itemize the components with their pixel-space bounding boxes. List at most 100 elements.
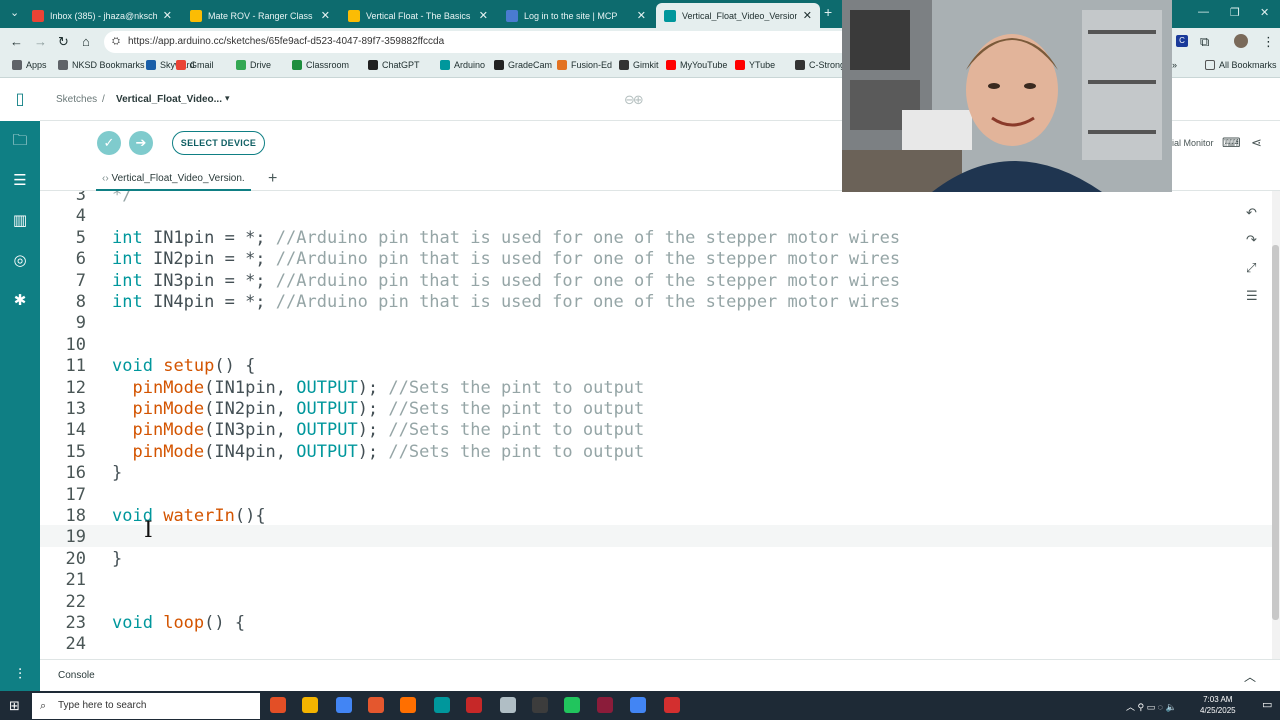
reload-icon[interactable]: ↻ [58, 34, 69, 50]
format-code-icon[interactable]: ☰ [1246, 288, 1258, 304]
taskbar-app-icon[interactable] [302, 697, 318, 713]
restore-icon[interactable]: ❐ [1230, 6, 1240, 19]
menu-icon[interactable]: ⋮ [1262, 34, 1275, 50]
system-tray-icons[interactable]: ︿ ⚲ ▭ ◌ 🔈 [1126, 700, 1177, 713]
back-icon[interactable]: ← [10, 34, 23, 49]
taskbar-app-icon[interactable] [500, 697, 516, 713]
forward-icon[interactable]: → [34, 34, 47, 49]
taskbar-clock[interactable]: 7:03 AM 4/25/2025 [1200, 694, 1236, 716]
code-editor[interactable]: 3 */ 4 5 int IN1pin = *; //Arduino pin that … [40, 191, 1272, 659]
taskbar-app-icon[interactable] [336, 697, 352, 713]
code-line[interactable]: void waterIn(){ [112, 506, 266, 526]
taskbar-search-input[interactable]: ⌕ Type here to search [32, 693, 260, 719]
checkmark-icon: ✓ [103, 135, 115, 150]
browser-tab-1[interactable]: Inbox (385) - jhaza@nkschools...✕ [24, 3, 180, 28]
libraries-icon[interactable]: ▥ [10, 211, 30, 231]
notifications-icon[interactable]: ▭ [1262, 698, 1272, 711]
browser-tab-3[interactable]: Vertical Float - The Basics - Go...✕ [340, 3, 496, 28]
taskbar-app-icon[interactable] [368, 697, 384, 713]
more-bookmarks-icon[interactable]: » [1172, 60, 1177, 70]
console-expand-chevron-icon[interactable]: ︿ [1244, 668, 1256, 685]
line-number: 23 [65, 613, 86, 633]
code-line[interactable]: int IN3pin = *; //Arduino pin that is us… [112, 271, 900, 291]
code-line[interactable]: */ [112, 191, 132, 205]
bookmark-chatgpt[interactable]: ChatGPT [368, 60, 420, 70]
new-tab-button[interactable]: + [824, 4, 832, 20]
code-line[interactable]: } [112, 549, 122, 569]
bookmark-gradecam[interactable]: GradeCam [494, 60, 552, 70]
bookmark-gmail[interactable]: Gmail [176, 60, 214, 70]
windows-start-icon[interactable]: ⊞ [9, 698, 20, 714]
verify-button[interactable]: ✓ [97, 131, 121, 155]
bookmark-nksd-bookmarks[interactable]: NKSD Bookmarks [58, 60, 145, 70]
breadcrumb-sketches[interactable]: Sketches [56, 94, 97, 105]
redo-icon[interactable]: ↷ [1246, 232, 1257, 248]
bookmark-ytube[interactable]: YTube [735, 60, 775, 70]
editor-scrollbar-thumb[interactable] [1272, 245, 1279, 620]
code-line[interactable]: int IN1pin = *; //Arduino pin that is us… [112, 228, 900, 248]
code-line[interactable]: void setup() { [112, 356, 255, 376]
taskbar-app-icon[interactable] [597, 697, 613, 713]
code-line[interactable]: pinMode(IN4pin, OUTPUT); //Sets the pint… [112, 442, 644, 462]
webcam-overlay [842, 0, 1172, 192]
file-tab-main[interactable]: ‹› Vertical_Float_Video_Version. [96, 168, 251, 191]
taskbar-app-icon[interactable] [466, 697, 482, 713]
home-icon[interactable]: ⌂ [82, 34, 90, 49]
tab-close-icon[interactable]: ✕ [157, 9, 172, 22]
code-line[interactable]: pinMode(IN1pin, OUTPUT); //Sets the pint… [112, 378, 644, 398]
sketch-menu-chevron-icon[interactable]: ▾ [225, 93, 230, 104]
serial-monitor-icon[interactable]: ⌨ [1222, 135, 1241, 151]
close-window-icon[interactable]: ✕ [1260, 6, 1269, 19]
taskbar-app-icon[interactable] [532, 697, 548, 713]
settings-icon[interactable]: ✱ [10, 291, 30, 311]
bookmark-apps[interactable]: Apps [12, 60, 47, 70]
examples-list-icon[interactable]: ☰ [10, 171, 30, 191]
bookmark-classroom[interactable]: Classroom [292, 60, 349, 70]
extension-c-icon[interactable]: C [1176, 35, 1188, 47]
bookmark-fusion-ed[interactable]: Fusion-Ed [557, 60, 612, 70]
bookmark-arduino[interactable]: Arduino [440, 60, 485, 70]
url-text: https://app.arduino.cc/sketches/65fe9acf… [128, 36, 445, 47]
share-icon[interactable]: ⋖ [1251, 135, 1262, 151]
sketch-name[interactable]: Vertical_Float_Video... [116, 94, 222, 105]
all-bookmarks[interactable]: All Bookmarks [1205, 60, 1277, 70]
upload-button[interactable]: ➔ [129, 131, 153, 155]
board-status-icon[interactable]: ⫶ [10, 665, 30, 685]
fullscreen-icon[interactable]: ⤢ [1246, 260, 1256, 276]
profile-avatar[interactable] [1234, 34, 1248, 48]
tab-close-icon[interactable]: ✕ [473, 9, 488, 22]
select-device-button[interactable]: SELECT DEVICE [172, 131, 265, 155]
tab-close-icon[interactable]: ✕ [315, 9, 330, 22]
code-line[interactable]: } [112, 463, 122, 483]
minimize-icon[interactable]: — [1198, 6, 1209, 18]
browser-tab-4[interactable]: Log in to the site | MCP ✕ [498, 3, 654, 28]
tab-search-icon[interactable]: ⌄ [10, 6, 19, 19]
code-line[interactable]: int IN4pin = *; //Arduino pin that is us… [112, 292, 900, 312]
code-line[interactable]: pinMode(IN3pin, OUTPUT); //Sets the pint… [112, 420, 644, 440]
extensions-icon[interactable]: ⧉ [1200, 34, 1209, 50]
code-line[interactable]: void loop() { [112, 613, 245, 633]
taskbar-app-icon[interactable] [434, 697, 450, 713]
reference-compass-icon[interactable]: ◎ [10, 251, 30, 271]
browser-tab-5[interactable]: Vertical_Float_Video_Version_...✕ [656, 3, 820, 28]
site-info-icon[interactable]: ⛭ [112, 31, 120, 53]
taskbar-app-icon[interactable] [270, 697, 286, 713]
undo-icon[interactable]: ↶ [1246, 205, 1257, 221]
bookmark-c-strong[interactable]: C-Strong [795, 60, 845, 70]
tab-close-icon[interactable]: ✕ [631, 9, 646, 22]
sketchbook-folder-icon[interactable]: 🗀 [10, 131, 30, 151]
taskbar-app-icon[interactable] [664, 697, 680, 713]
bookmark-drive[interactable]: Drive [236, 60, 271, 70]
taskbar-app-icon[interactable] [564, 697, 580, 713]
code-line[interactable]: int IN2pin = *; //Arduino pin that is us… [112, 249, 900, 269]
browser-tab-2[interactable]: Mate ROV - Ranger Class - Go...✕ [182, 3, 338, 28]
bookmark-gimkit[interactable]: Gimkit [619, 60, 659, 70]
taskbar-app-icon[interactable] [630, 697, 646, 713]
console-label[interactable]: Console [58, 670, 95, 681]
tab-close-icon[interactable]: ✕ [797, 9, 812, 22]
sidebar-toggle-icon[interactable]: ▯ [10, 90, 30, 110]
taskbar-app-icon[interactable] [400, 697, 416, 713]
bookmark-myyoutube[interactable]: MyYouTube [666, 60, 727, 70]
add-file-tab-button[interactable]: + [268, 170, 277, 188]
code-line[interactable]: pinMode(IN2pin, OUTPUT); //Sets the pint… [112, 399, 644, 419]
